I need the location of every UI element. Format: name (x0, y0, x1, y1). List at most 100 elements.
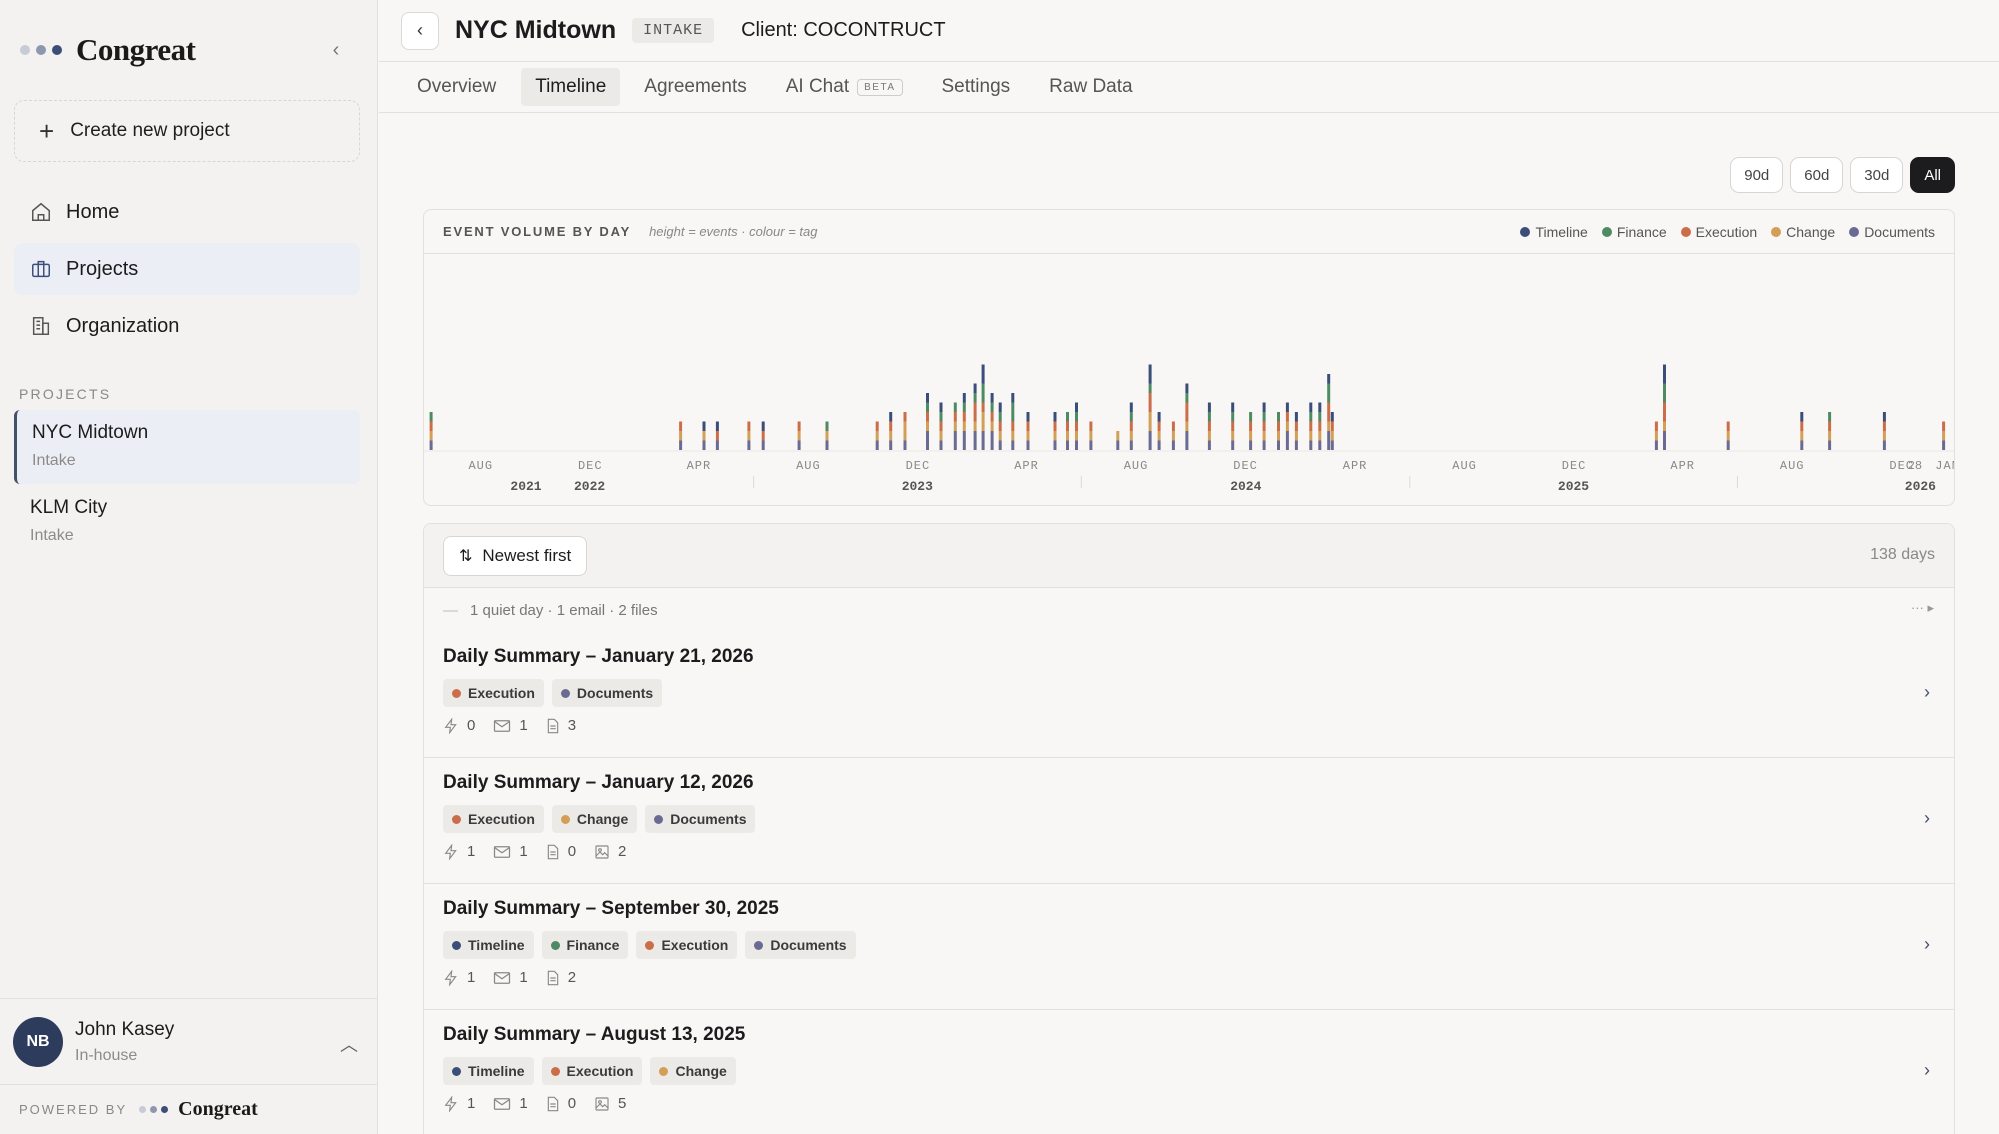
chart-bar-segment[interactable] (1129, 421, 1133, 432)
chart-bar-segment[interactable] (1075, 421, 1078, 432)
chart-bar-segment[interactable] (1053, 412, 1057, 422)
chart-bar-segment[interactable] (926, 412, 929, 422)
chart-bar-segment[interactable] (715, 440, 719, 451)
range-all-button[interactable]: All (1910, 157, 1955, 193)
chart-bar-segment[interactable] (1053, 431, 1057, 441)
chart-bar-segment[interactable] (1185, 421, 1189, 432)
chart-bar-segment[interactable] (1011, 402, 1015, 422)
chart-bar-segment[interactable] (1011, 431, 1015, 441)
chart-bar-segment[interactable] (1318, 402, 1322, 413)
chart-bar-segment[interactable] (1249, 440, 1253, 451)
chart-bar-segment[interactable] (1185, 383, 1189, 394)
chart-bar-segment[interactable] (1129, 412, 1133, 422)
chart-bar-segment[interactable] (1330, 421, 1334, 432)
chart-bar-segment[interactable] (1309, 431, 1313, 441)
chart-bar-segment[interactable] (1171, 421, 1175, 432)
chart-bar-segment[interactable] (1882, 440, 1886, 451)
chart-bar-segment[interactable] (1330, 440, 1334, 451)
chart-bar-segment[interactable] (679, 440, 683, 451)
chart-bar-segment[interactable] (761, 440, 765, 451)
chart-bar-segment[interactable] (990, 431, 994, 450)
chart-bar-segment[interactable] (1207, 402, 1211, 413)
chart-bar-segment[interactable] (981, 402, 985, 413)
chart-bar-segment[interactable] (939, 402, 943, 413)
chart-bar-segment[interactable] (1053, 421, 1057, 432)
chart-bar-segment[interactable] (1116, 431, 1120, 441)
chart-bar-segment[interactable] (1249, 421, 1253, 432)
chart-bar-segment[interactable] (1129, 431, 1133, 441)
chart-bar-segment[interactable] (429, 440, 433, 451)
chart-bar-segment[interactable] (797, 440, 801, 451)
sidebar-item-home[interactable]: Home (14, 186, 360, 238)
chart-bar-segment[interactable] (1011, 440, 1015, 451)
chart-bar-segment[interactable] (1942, 421, 1946, 432)
chart-bar-segment[interactable] (962, 421, 966, 432)
chart-bar-segment[interactable] (1171, 440, 1175, 451)
chart-bar-segment[interactable] (1231, 412, 1235, 422)
chart-bar-segment[interactable] (429, 421, 433, 432)
chart-bar-segment[interactable] (1309, 412, 1313, 422)
chart-bar-segment[interactable] (1075, 431, 1078, 441)
range-60d-button[interactable]: 60d (1790, 157, 1844, 193)
chart-bar-segment[interactable] (953, 421, 957, 432)
summary-row[interactable]: Daily Summary – September 30, 2025 Timel… (424, 884, 1954, 1010)
chart-bar-segment[interactable] (903, 412, 907, 422)
chart-bar-segment[interactable] (903, 421, 907, 441)
chart-bar-segment[interactable] (747, 440, 751, 451)
chart-bar-segment[interactable] (1330, 431, 1334, 441)
chart-bar-segment[interactable] (990, 393, 994, 403)
chart-bar-segment[interactable] (962, 431, 966, 450)
chart-bar-segment[interactable] (1882, 421, 1886, 432)
chart-bar-segment[interactable] (1663, 421, 1666, 432)
chart-bar-segment[interactable] (1011, 393, 1015, 403)
chart-bar-segment[interactable] (973, 421, 977, 432)
chart-bar-segment[interactable] (1327, 402, 1331, 422)
chart-bar-segment[interactable] (1294, 440, 1298, 451)
chart-bar-segment[interactable] (1129, 402, 1133, 413)
chart-bar-segment[interactable] (747, 431, 751, 441)
chart-bar-segment[interactable] (1294, 421, 1298, 432)
chart-bar-segment[interactable] (1185, 431, 1189, 450)
chart-bar-segment[interactable] (1882, 431, 1886, 441)
chart-bar-segment[interactable] (1318, 440, 1322, 451)
tab-agreements[interactable]: Agreements (644, 68, 746, 106)
chart-bar-segment[interactable] (1277, 421, 1280, 432)
chart-bar-segment[interactable] (1942, 431, 1946, 441)
chart-bar-segment[interactable] (1089, 421, 1093, 432)
chart-bar-segment[interactable] (962, 393, 966, 403)
chart-bar-segment[interactable] (1800, 440, 1804, 451)
chart-bar-segment[interactable] (1294, 412, 1298, 422)
chart-bar-segment[interactable] (702, 421, 706, 432)
chart-bar-segment[interactable] (1726, 421, 1730, 432)
chart-bar-segment[interactable] (1663, 431, 1666, 450)
chart-bar-segment[interactable] (998, 412, 1002, 422)
chart-bar-segment[interactable] (889, 431, 893, 441)
chart-bar-segment[interactable] (990, 412, 994, 422)
chart-bar-segment[interactable] (939, 412, 943, 422)
chart-bar-segment[interactable] (1249, 412, 1253, 422)
chart-bar-segment[interactable] (1262, 402, 1266, 413)
chart-bar-segment[interactable] (998, 431, 1002, 441)
summary-row[interactable]: Daily Summary – January 12, 2026 Executi… (424, 758, 1954, 884)
chart-bar-segment[interactable] (1285, 431, 1289, 450)
tab-ai-chat[interactable]: AI Chat BETA (786, 68, 903, 106)
chart-bar-segment[interactable] (1654, 421, 1658, 432)
chart-bar-segment[interactable] (715, 421, 719, 432)
chart-bar-segment[interactable] (1828, 412, 1832, 422)
chart-bar-segment[interactable] (715, 431, 719, 441)
chart-bar-segment[interactable] (1882, 412, 1886, 422)
chart-bar-segment[interactable] (981, 364, 985, 384)
chart-bar-segment[interactable] (1663, 364, 1666, 384)
chart-bar-segment[interactable] (1262, 421, 1266, 432)
chart-bar-segment[interactable] (1075, 440, 1078, 451)
chart-bar-segment[interactable] (973, 383, 977, 394)
chart-bar-segment[interactable] (926, 393, 929, 403)
chart-bar-segment[interactable] (1654, 431, 1658, 441)
chart-bar-segment[interactable] (1285, 402, 1289, 413)
chart-bar-segment[interactable] (1327, 431, 1331, 450)
chart-bar-segment[interactable] (1026, 440, 1030, 451)
chart-bar-segment[interactable] (1942, 440, 1946, 451)
chart-bar-segment[interactable] (1026, 421, 1030, 432)
tab-timeline[interactable]: Timeline (521, 68, 621, 106)
sort-button[interactable]: ⇅ Newest first (443, 535, 588, 576)
